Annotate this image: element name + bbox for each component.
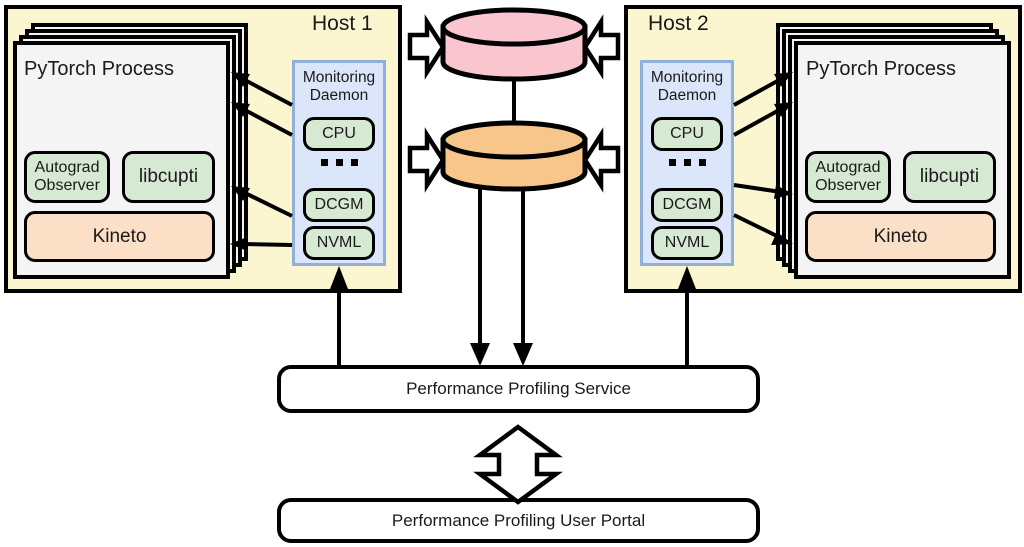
- host-2-autograd-observer: Autograd Observer: [805, 151, 891, 203]
- daemon-title-line-1: Monitoring: [650, 69, 724, 86]
- daemon-title-line-1: Monitoring: [302, 69, 376, 86]
- chip-label: DCGM: [314, 196, 364, 214]
- daemon-title-line-2: Daemon: [309, 87, 369, 105]
- chip-label: Kineto: [92, 225, 147, 247]
- host-1-collector-cpu: CPU: [303, 117, 375, 151]
- chip-label: NVML: [664, 234, 710, 252]
- daemon-title-line-2: Daemon: [657, 87, 717, 105]
- portal-label: Performance Profiling User Portal: [391, 510, 646, 530]
- host2-to-tsdb-block-arrow: [582, 14, 621, 80]
- chip-label: Kineto: [873, 225, 928, 247]
- chip-label: libcupti: [138, 166, 199, 188]
- time-series-db-cylinder: [440, 7, 588, 82]
- service-portal-bidirectional-arrow: [473, 424, 563, 505]
- host-2-collector-nvml: NVML: [651, 226, 723, 260]
- host2-to-object-store-block-arrow: [582, 127, 621, 193]
- object-store-to-service-arrow-left: [470, 186, 490, 366]
- chip-label: DCGM: [662, 196, 712, 214]
- host-2-libcupti: libcupti: [903, 151, 996, 203]
- host-2-collector-dcgm: DCGM: [651, 188, 723, 222]
- chip-label: NVML: [316, 234, 362, 252]
- host1-to-tsdb-block-arrow: [407, 14, 446, 80]
- host-1-collector-nvml: NVML: [303, 226, 375, 260]
- host-2-kineto: Kineto: [805, 211, 996, 262]
- diagram-canvas: Host 1 PyTorch Process Autograd Observer…: [0, 0, 1024, 547]
- chip-label: Autograd Observer: [34, 159, 100, 194]
- host-2-collector-cpu: CPU: [651, 117, 723, 151]
- host-1-collector-ellipsis: [292, 159, 386, 166]
- host-2-collector-ellipsis: [640, 159, 734, 166]
- host-1-autograd-observer: Autograd Observer: [24, 151, 110, 203]
- chip-label: CPU: [322, 125, 356, 143]
- chip-label: libcupti: [919, 166, 980, 188]
- host-2-label: Host 2: [648, 12, 709, 35]
- object-store-to-service-arrow-right: [513, 186, 533, 366]
- object-store-cylinder: [440, 120, 588, 192]
- performance-profiling-service-box[interactable]: Performance Profiling Service: [277, 365, 760, 413]
- service-label: Performance Profiling Service: [406, 379, 631, 398]
- chip-label: Autograd Observer: [815, 159, 881, 194]
- chip-label: CPU: [670, 125, 704, 143]
- host-2-daemon-title: Monitoring Daemon: [640, 69, 734, 106]
- host-1-label: Host 1: [312, 12, 373, 35]
- host-1-daemon-title: Monitoring Daemon: [292, 69, 386, 106]
- host-1-process-title: PyTorch Process: [24, 58, 175, 80]
- performance-profiling-user-portal-box[interactable]: Performance Profiling User Portal: [277, 498, 760, 543]
- host-1-kineto: Kineto: [24, 211, 215, 262]
- host-1-collector-dcgm: DCGM: [303, 188, 375, 222]
- host-2-process-title: PyTorch Process: [806, 58, 957, 80]
- host1-to-object-store-block-arrow: [407, 127, 446, 193]
- host-1-libcupti: libcupti: [122, 151, 215, 203]
